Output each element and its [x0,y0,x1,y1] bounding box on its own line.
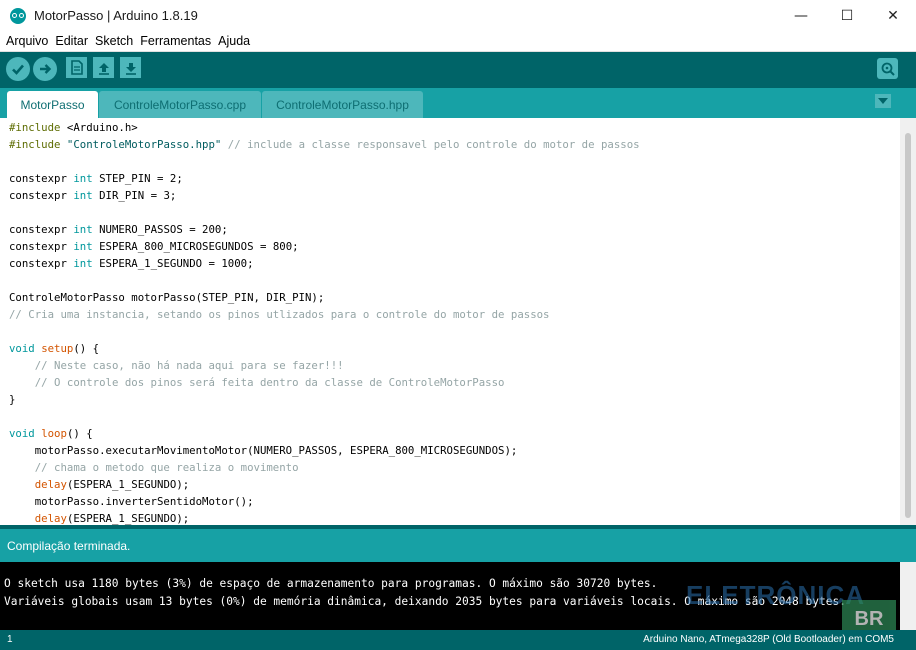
code-line: constexpr int ESPERA_800_MICROSEGUNDOS =… [9,240,299,253]
code-line: ControleMotorPasso motorPasso(STEP_PIN, … [9,291,325,304]
window-controls: — ☐ ✕ [778,0,916,31]
open-icon [98,62,109,75]
code-line: // Cria uma instancia, setando os pinos … [9,308,550,321]
code-editor[interactable]: #include <Arduino.h> #include "ControleM… [0,118,900,525]
code-line: // O controle dos pinos será feita dentr… [9,376,505,389]
watermark-text: ELETRÔNICA [686,580,865,610]
tab-motorpasso[interactable]: MotorPasso [7,91,98,118]
save-button[interactable] [120,57,141,78]
upload-button[interactable] [33,57,57,81]
window-title: MotorPasso | Arduino 1.8.19 [34,8,198,23]
menu-arquivo[interactable]: Arquivo [6,34,48,48]
menu-sketch[interactable]: Sketch [95,34,133,48]
console-scrollbar[interactable] [900,562,916,630]
serial-monitor-button[interactable] [877,58,898,79]
maximize-button[interactable]: ☐ [824,0,870,31]
code-line: constexpr int STEP_PIN = 2; [9,172,183,185]
minimize-button[interactable]: — [778,0,824,31]
menu-ajuda[interactable]: Ajuda [218,34,250,48]
arduino-logo-icon [10,7,26,24]
status-message: Compilação terminada. [7,538,131,553]
code-line: #include "ControleMotorPasso.hpp" // inc… [9,138,640,151]
code-line: // chama o metodo que realiza o moviment… [9,461,299,474]
tab-controlemotorpasso-cpp[interactable]: ControleMotorPasso.cpp [99,91,261,118]
code-line: constexpr int DIR_PIN = 3; [9,189,177,202]
code-line: void loop() { [9,427,93,440]
toolbar [0,52,916,88]
code-line: motorPasso.inverterSentidoMotor(); [9,495,254,508]
close-button[interactable]: ✕ [870,0,916,31]
status-bar: Compilação terminada. [0,529,916,562]
new-icon [70,60,83,75]
code-line: constexpr int NUMERO_PASSOS = 200; [9,223,228,236]
code-line: } [9,393,16,406]
tab-controlemotorpasso-hpp[interactable]: ControleMotorPasso.hpp [262,91,423,118]
menu-ferramentas[interactable]: Ferramentas [140,34,211,48]
upload-icon [40,64,52,74]
tab-bar: MotorPasso ControleMotorPasso.cpp Contro… [0,88,916,118]
code-line: void setup() { [9,342,100,355]
footer-bar: 1 Arduino Nano, ATmega328P (Old Bootload… [0,630,916,650]
save-icon [125,62,136,75]
new-button[interactable] [66,57,87,78]
code-line: constexpr int ESPERA_1_SEGUNDO = 1000; [9,257,254,270]
code-line: #include <Arduino.h> [9,121,138,134]
title-bar: MotorPasso | Arduino 1.8.19 — ☐ ✕ [0,0,916,31]
tab-menu-button[interactable] [875,94,891,108]
menu-editar[interactable]: Editar [55,34,88,48]
code-line: motorPasso.executarMovimentoMotor(NUMERO… [9,444,518,457]
open-button[interactable] [93,57,114,78]
line-number: 1 [7,634,13,645]
chevron-down-icon [878,98,888,104]
verify-button[interactable] [6,57,30,81]
menu-bar: Arquivo Editar Sketch Ferramentas Ajuda [0,31,916,52]
board-info: Arduino Nano, ATmega328P (Old Bootloader… [643,634,894,645]
code-line: delay(ESPERA_1_SEGUNDO); [34,478,190,491]
editor-scrollbar-thumb[interactable] [905,133,911,518]
console-line: O sketch usa 1180 bytes (3%) de espaço d… [4,577,658,590]
code-line: delay(ESPERA_1_SEGUNDO); [34,512,190,525]
serial-monitor-icon [881,62,895,76]
code-line: // Neste caso, não há nada aqui para se … [9,359,344,372]
verify-icon [12,64,24,75]
